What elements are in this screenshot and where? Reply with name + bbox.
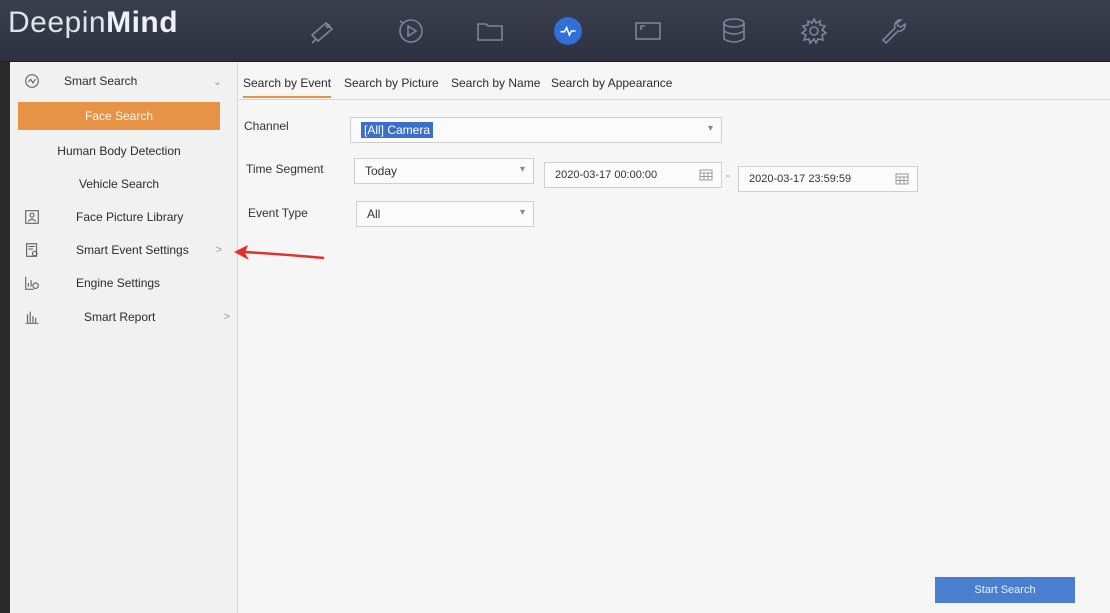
search-tabs: Search by Event Search by Picture Search…: [238, 74, 1110, 100]
main-panel: Search by Event Search by Picture Search…: [238, 62, 1110, 613]
channel-select[interactable]: [All] Camera ▾: [350, 117, 722, 143]
sidebar-item-label: Human Body Detection: [57, 144, 181, 158]
sidebar-item-label: Face Picture Library: [76, 210, 184, 224]
playback-icon[interactable]: [393, 14, 429, 48]
sidebar-item-label: Vehicle Search: [78, 177, 160, 191]
end-datetime-field[interactable]: 2020-03-17 23:59:59: [738, 166, 918, 192]
chevron-down-icon: ▾: [519, 164, 525, 175]
chevron-right-icon: >: [215, 244, 222, 256]
video-wall-icon[interactable]: [630, 14, 666, 48]
engine-settings-icon: [22, 273, 42, 293]
channel-label: Channel: [244, 119, 289, 133]
sidebar-item-smart-report[interactable]: Smart Report >: [0, 302, 238, 332]
report-chart-icon: [22, 307, 42, 327]
sidebar-item-label: Face Search: [84, 109, 154, 123]
sidebar-item-smart-event-settings[interactable]: Smart Event Settings >: [0, 235, 238, 265]
sidebar-item-label: Smart Event Settings: [76, 243, 189, 257]
chevron-down-icon: ⌄: [212, 75, 222, 88]
sidebar-item-label: Smart Report: [84, 310, 156, 324]
settings-gear-icon[interactable]: [796, 14, 832, 48]
chevron-right-icon: >: [223, 311, 230, 323]
date-separator: -: [726, 168, 730, 182]
time-segment-select[interactable]: Today ▾: [354, 158, 534, 184]
sidebar-item-label: Smart Search: [64, 74, 138, 88]
sidebar-item-engine-settings[interactable]: Engine Settings: [0, 268, 238, 298]
sidebar-item-human-body-detection[interactable]: Human Body Detection: [18, 137, 220, 165]
sidebar-item-vehicle-search[interactable]: Vehicle Search: [18, 170, 220, 198]
tab-search-by-appearance[interactable]: Search by Appearance: [551, 76, 672, 96]
left-sidebar: Smart Search ⌄ Face Search Human Body De…: [0, 62, 238, 613]
calendar-icon[interactable]: [699, 169, 713, 181]
maintenance-wrench-icon[interactable]: [875, 14, 911, 48]
end-datetime-value: 2020-03-17 23:59:59: [749, 173, 852, 185]
time-segment-value: Today: [365, 164, 398, 178]
screen-bezel: [0, 62, 10, 613]
sidebar-item-face-picture-library[interactable]: Face Picture Library: [0, 202, 238, 232]
face-library-icon: [22, 207, 42, 227]
time-segment-label: Time Segment: [246, 162, 324, 176]
tab-search-by-picture[interactable]: Search by Picture: [344, 76, 439, 96]
sidebar-item-smart-search[interactable]: Smart Search ⌄: [0, 66, 238, 96]
sidebar-item-face-search[interactable]: Face Search: [18, 102, 220, 130]
tab-search-by-name[interactable]: Search by Name: [451, 76, 540, 96]
camera-icon[interactable]: [304, 14, 340, 48]
event-type-select[interactable]: All ▾: [356, 201, 534, 227]
active-indicator: [554, 17, 582, 45]
tab-search-by-event[interactable]: Search by Event: [243, 76, 332, 98]
storage-icon[interactable]: [716, 14, 752, 48]
top-navigation-bar: DeepinMind: [0, 0, 1110, 62]
start-datetime-value: 2020-03-17 00:00:00: [555, 169, 658, 181]
sidebar-item-label: Engine Settings: [76, 276, 161, 290]
chevron-down-icon: ▾: [707, 123, 713, 134]
annotation-arrow: [234, 245, 325, 260]
calendar-icon[interactable]: [895, 173, 909, 185]
smart-search-icon: [22, 71, 42, 91]
start-search-button[interactable]: Start Search: [935, 577, 1075, 603]
smart-analysis-icon[interactable]: [550, 14, 586, 48]
folder-icon[interactable]: [472, 14, 508, 48]
app-logo: DeepinMind: [8, 6, 179, 39]
start-datetime-field[interactable]: 2020-03-17 00:00:00: [544, 162, 722, 188]
event-settings-icon: [22, 240, 42, 260]
chevron-down-icon: ▾: [519, 207, 525, 218]
event-type-label: Event Type: [248, 206, 308, 220]
channel-value: [All] Camera: [361, 122, 434, 138]
event-type-value: All: [367, 207, 381, 221]
